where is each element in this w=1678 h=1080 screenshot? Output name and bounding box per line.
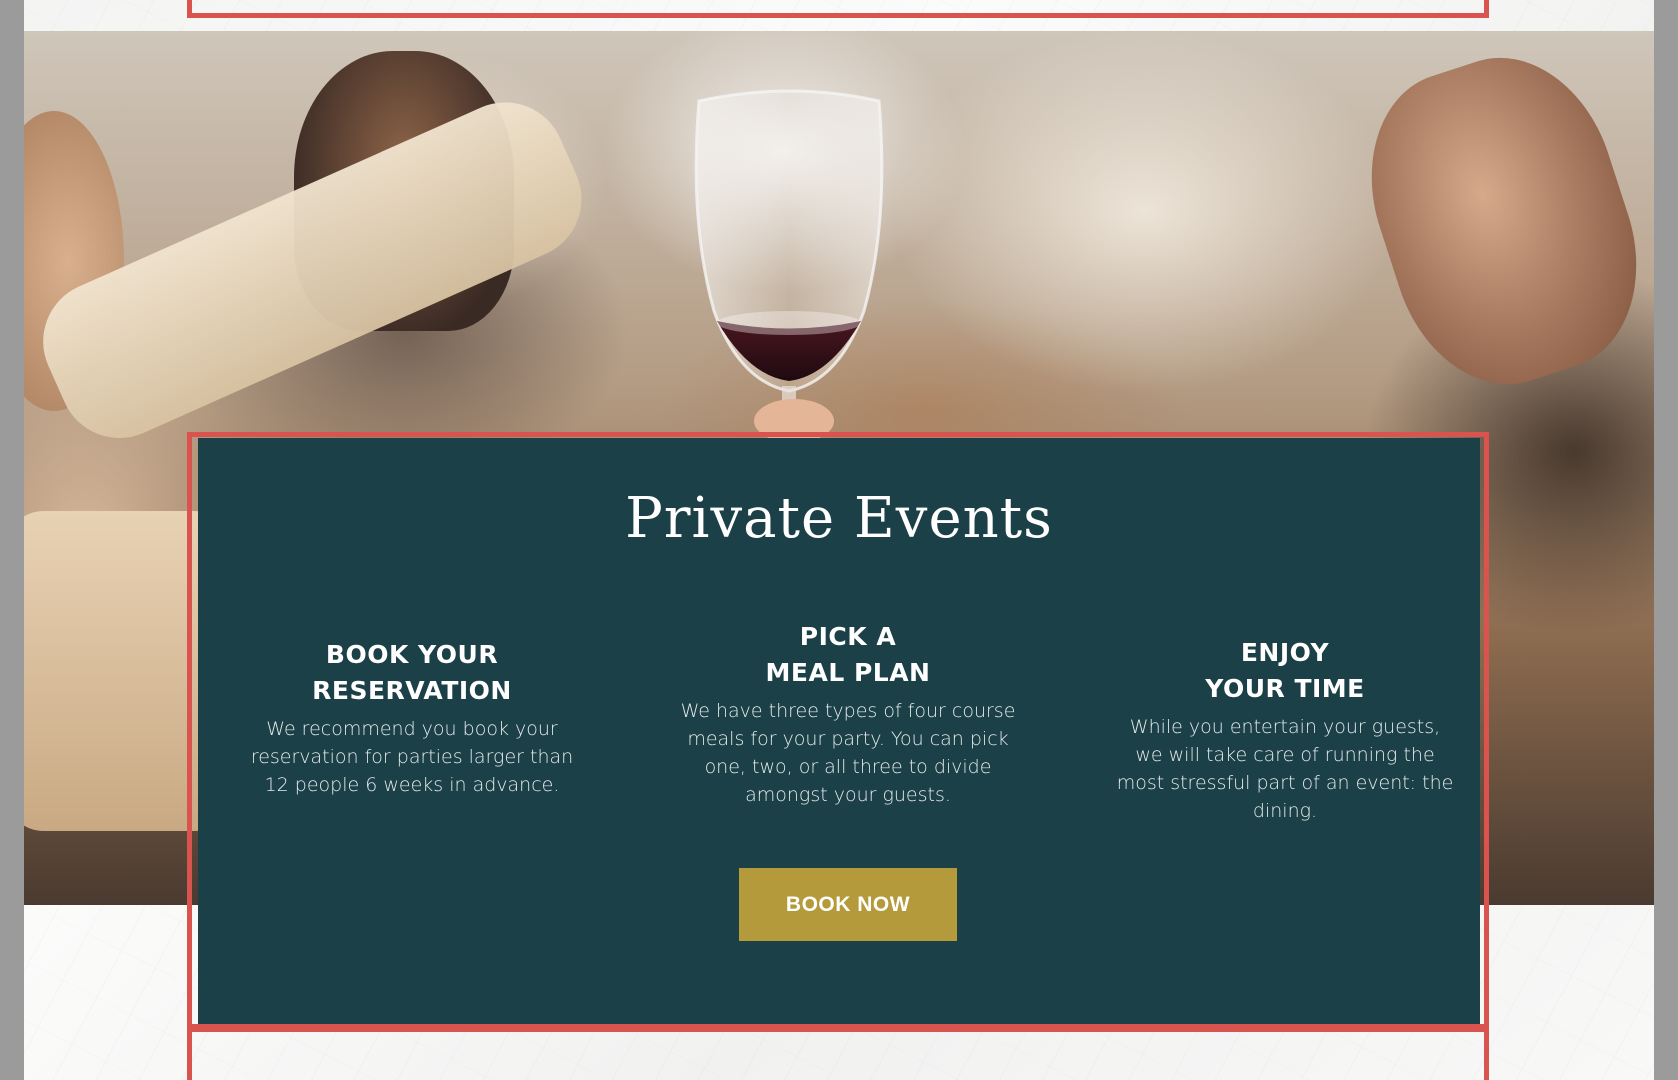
step-description: We have three types of four course meals… (680, 700, 1016, 806)
section-title: Private Events (625, 486, 1053, 551)
guest-hand (1340, 31, 1654, 411)
step-heading: ENJOY YOUR TIME (1205, 638, 1365, 703)
previous-section-frame (187, 0, 1489, 18)
next-section-frame (187, 1024, 1489, 1080)
book-now-button[interactable]: BOOK NOW (739, 868, 957, 941)
wine-glass-icon (694, 89, 884, 441)
page-background: Private Events BOOK YOUR RESERVATION We … (24, 0, 1654, 1080)
step-heading: PICK A MEAL PLAN (765, 622, 931, 687)
step-enjoy-time: ENJOY YOUR TIME While you entertain your… (1115, 635, 1455, 825)
step-book-reservation: BOOK YOUR RESERVATION We recommend you b… (242, 637, 582, 799)
step-description: We recommend you book your reservation f… (250, 718, 574, 796)
step-pick-meal-plan: PICK A MEAL PLAN We have three types of … (678, 619, 1018, 809)
step-heading: BOOK YOUR RESERVATION (312, 640, 512, 705)
private-events-panel: Private Events BOOK YOUR RESERVATION We … (198, 438, 1480, 1024)
step-description: While you entertain your guests, we will… (1116, 716, 1454, 822)
